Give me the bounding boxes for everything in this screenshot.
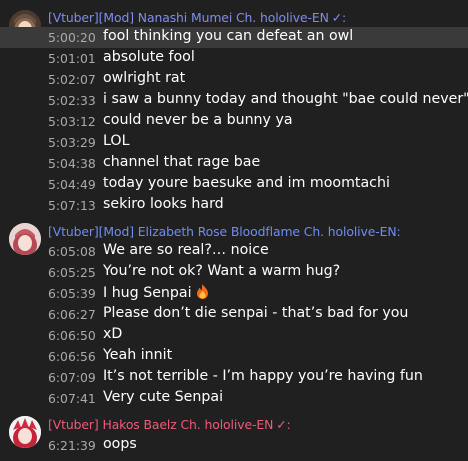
chat-message[interactable]: 5:02:07 owlright rat (0, 69, 468, 90)
message-text: You’re not ok? Want a warm hug? (103, 263, 341, 279)
chat-message[interactable]: 5:00:20 fool thinking you can defeat an … (0, 27, 468, 48)
chat-log: [Vtuber][Mod] Nanashi Mumei Ch. hololive… (0, 0, 468, 461)
timestamp: 5:03:12 (48, 114, 96, 129)
chat-message[interactable]: 6:05:25 You’re not ok? Want a warm hug? (0, 262, 468, 283)
message-text: owlright rat (103, 70, 186, 86)
timestamp: 6:07:41 (48, 391, 96, 406)
verified-check-icon: ✓: (331, 10, 347, 25)
chat-message[interactable]: 6:06:50 xD (0, 325, 468, 346)
message-text: We are so real?… noice (103, 242, 269, 258)
chat-message[interactable]: 6:05:39 I hug Senpai (0, 283, 468, 304)
timestamp: 5:07:13 (48, 198, 96, 213)
message-text: fool thinking you can defeat an owl (103, 28, 354, 44)
message-text: Yeah innit (103, 347, 173, 363)
message-text: today youre baesuke and im moomtachi (103, 175, 390, 191)
author-name[interactable]: [Vtuber] Hakos Baelz Ch. hololive-EN ✓: (48, 417, 291, 432)
timestamp: 5:03:29 (48, 135, 96, 150)
chat-message[interactable]: 6:07:41 Very cute Senpai (0, 388, 468, 409)
fire-emoji-icon (196, 284, 209, 303)
chat-message[interactable]: 6:06:27 Please don’t die senpai - that’s… (0, 304, 468, 325)
chat-message[interactable]: 5:03:12 could never be a bunny ya (0, 111, 468, 132)
chat-message[interactable]: 5:07:13 sekiro looks hard (0, 195, 468, 216)
timestamp: 5:02:07 (48, 72, 96, 87)
timestamp: 6:07:09 (48, 370, 96, 385)
timestamp: 6:06:27 (48, 307, 96, 322)
timestamp: 6:05:39 (48, 286, 96, 301)
author-name[interactable]: [Vtuber][Mod] Elizabeth Rose Bloodflame … (48, 224, 401, 239)
message-text: sekiro looks hard (103, 196, 224, 212)
verified-check-icon: ✓: (276, 417, 291, 432)
chat-message[interactable]: 5:01:01 absolute fool (0, 48, 468, 69)
timestamp: 6:06:50 (48, 328, 96, 343)
chat-message[interactable]: 5:04:38 channel that rage bae (0, 153, 468, 174)
timestamp: 6:05:25 (48, 265, 96, 280)
message-text: LOL (103, 133, 130, 149)
message-text: It’s not terrible - I’m happy you’re hav… (103, 368, 423, 384)
message-text: I hug Senpai (103, 285, 192, 301)
author-name[interactable]: [Vtuber][Mod] Nanashi Mumei Ch. hololive… (48, 10, 346, 25)
timestamp: 6:06:56 (48, 349, 96, 364)
chat-message[interactable]: 6:05:08 We are so real?… noice (0, 241, 468, 262)
message-text: channel that rage bae (103, 154, 261, 170)
message-text: absolute fool (103, 49, 195, 65)
timestamp: 5:00:20 (48, 30, 96, 45)
chat-message[interactable]: 6:07:09 It’s not terrible - I’m happy yo… (0, 367, 468, 388)
message-text: xD (103, 326, 123, 342)
message-text: i saw a bunny today and thought "bae cou… (103, 91, 468, 107)
timestamp: 6:05:08 (48, 244, 96, 259)
chat-message[interactable]: 5:04:49 today youre baesuke and im moomt… (0, 174, 468, 195)
message-text: could never be a bunny ya (103, 112, 293, 128)
chat-message[interactable]: 5:02:33 i saw a bunny today and thought … (0, 90, 468, 111)
message-text: Please don’t die senpai - that’s bad for… (103, 305, 409, 321)
chat-message[interactable]: 6:06:56 Yeah innit (0, 346, 468, 367)
message-text: oops (103, 436, 137, 452)
timestamp: 6:21:39 (48, 438, 96, 453)
timestamp: 5:04:49 (48, 177, 96, 192)
chat-message[interactable]: 5:03:29 LOL (0, 132, 468, 153)
chat-message[interactable]: 6:21:39 oops (0, 435, 468, 456)
timestamp: 5:01:01 (48, 51, 96, 66)
message-text: Very cute Senpai (103, 389, 224, 405)
timestamp: 5:02:33 (48, 93, 96, 108)
timestamp: 5:04:38 (48, 156, 96, 171)
